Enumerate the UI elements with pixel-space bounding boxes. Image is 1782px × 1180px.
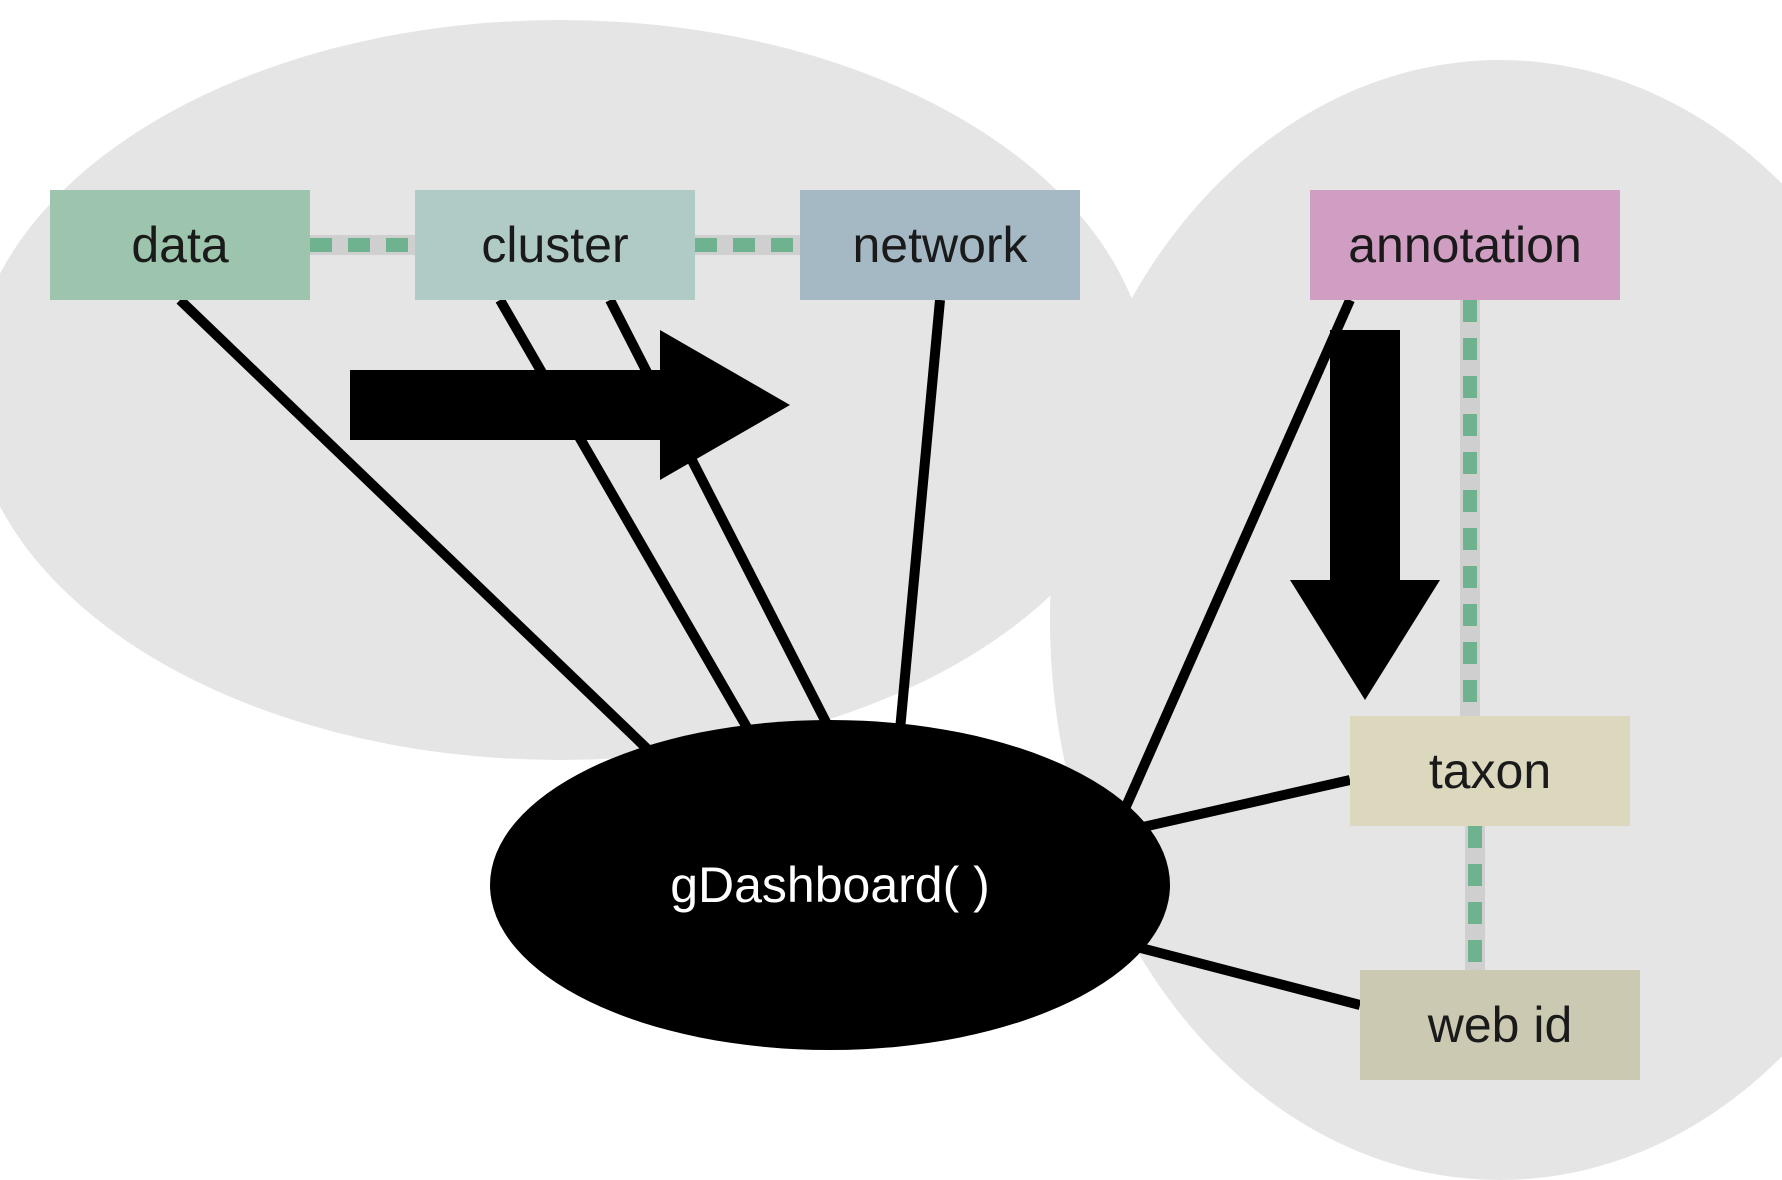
node-taxon-label: taxon: [1429, 742, 1551, 800]
node-taxon: taxon: [1350, 716, 1630, 826]
node-webid-label: web id: [1428, 996, 1573, 1054]
node-data-label: data: [131, 216, 228, 274]
node-annotation-label: annotation: [1348, 216, 1582, 274]
node-network: network: [800, 190, 1080, 300]
node-data: data: [50, 190, 310, 300]
node-cluster: cluster: [415, 190, 695, 300]
node-webid: web id: [1360, 970, 1640, 1080]
center-node-gdashboard: gDashboard( ): [490, 720, 1170, 1050]
background-ellipse-left: [0, 20, 1150, 760]
node-network-label: network: [852, 216, 1027, 274]
center-node-label: gDashboard( ): [670, 856, 990, 914]
node-annotation: annotation: [1310, 190, 1620, 300]
node-cluster-label: cluster: [481, 216, 628, 274]
